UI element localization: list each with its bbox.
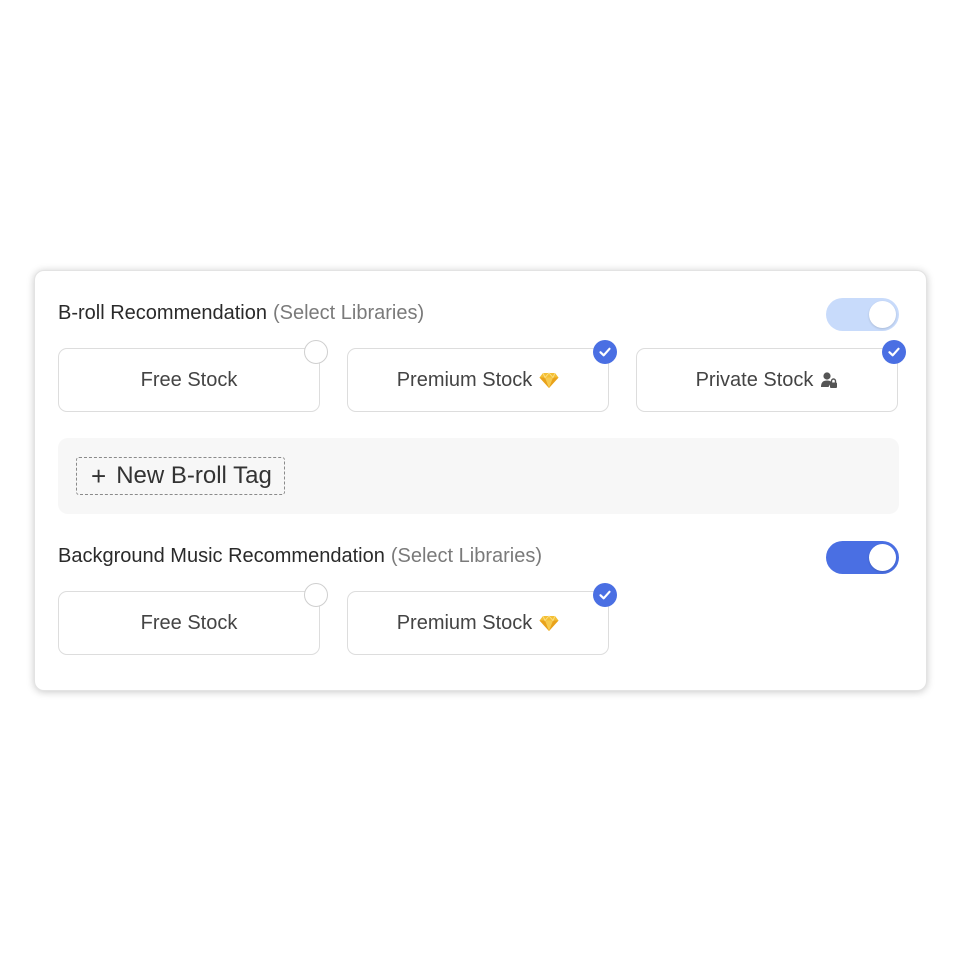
- music-section-hint: (Select Libraries): [390, 544, 542, 567]
- toggle-knob: [869, 301, 896, 328]
- broll-section-title: B-roll Recommendation: [58, 301, 267, 324]
- music-library-premium-stock[interactable]: Premium Stock: [347, 583, 617, 655]
- library-label: Private Stock: [695, 368, 814, 391]
- music-toggle[interactable]: [826, 541, 899, 574]
- broll-library-private-stock[interactable]: Private Stock: [636, 340, 906, 412]
- unchecked-circle-icon[interactable]: [304, 340, 328, 364]
- library-label: Premium Stock: [396, 368, 533, 391]
- broll-library-free-stock[interactable]: Free Stock: [58, 340, 328, 412]
- checked-circle-icon[interactable]: [882, 340, 906, 364]
- library-label: Premium Stock: [396, 611, 533, 634]
- diamond-icon: [539, 614, 559, 632]
- broll-tag-area: + New B-roll Tag: [58, 438, 899, 514]
- music-section-header: Background Music Recommendation (Select …: [58, 542, 542, 570]
- broll-section-header: B-roll Recommendation (Select Libraries): [58, 299, 424, 327]
- library-label: Free Stock: [140, 611, 238, 634]
- music-library-free-stock[interactable]: Free Stock: [58, 583, 328, 655]
- broll-library-premium-stock[interactable]: Premium Stock: [347, 340, 617, 412]
- toggle-knob: [869, 544, 896, 571]
- private-user-icon: [820, 371, 838, 389]
- recommendation-settings-panel: B-roll Recommendation (Select Libraries)…: [34, 270, 927, 691]
- diamond-icon: [539, 371, 559, 389]
- new-broll-tag-button[interactable]: + New B-roll Tag: [76, 457, 285, 495]
- library-label: Free Stock: [140, 368, 238, 391]
- unchecked-circle-icon[interactable]: [304, 583, 328, 607]
- broll-section-hint: (Select Libraries): [272, 301, 425, 324]
- broll-toggle[interactable]: [826, 298, 899, 331]
- checked-circle-icon[interactable]: [593, 583, 617, 607]
- checked-circle-icon[interactable]: [593, 340, 617, 364]
- new-tag-label: New B-roll Tag: [116, 462, 272, 489]
- music-section-title: Background Music Recommendation: [58, 544, 385, 567]
- plus-icon: +: [91, 461, 107, 491]
